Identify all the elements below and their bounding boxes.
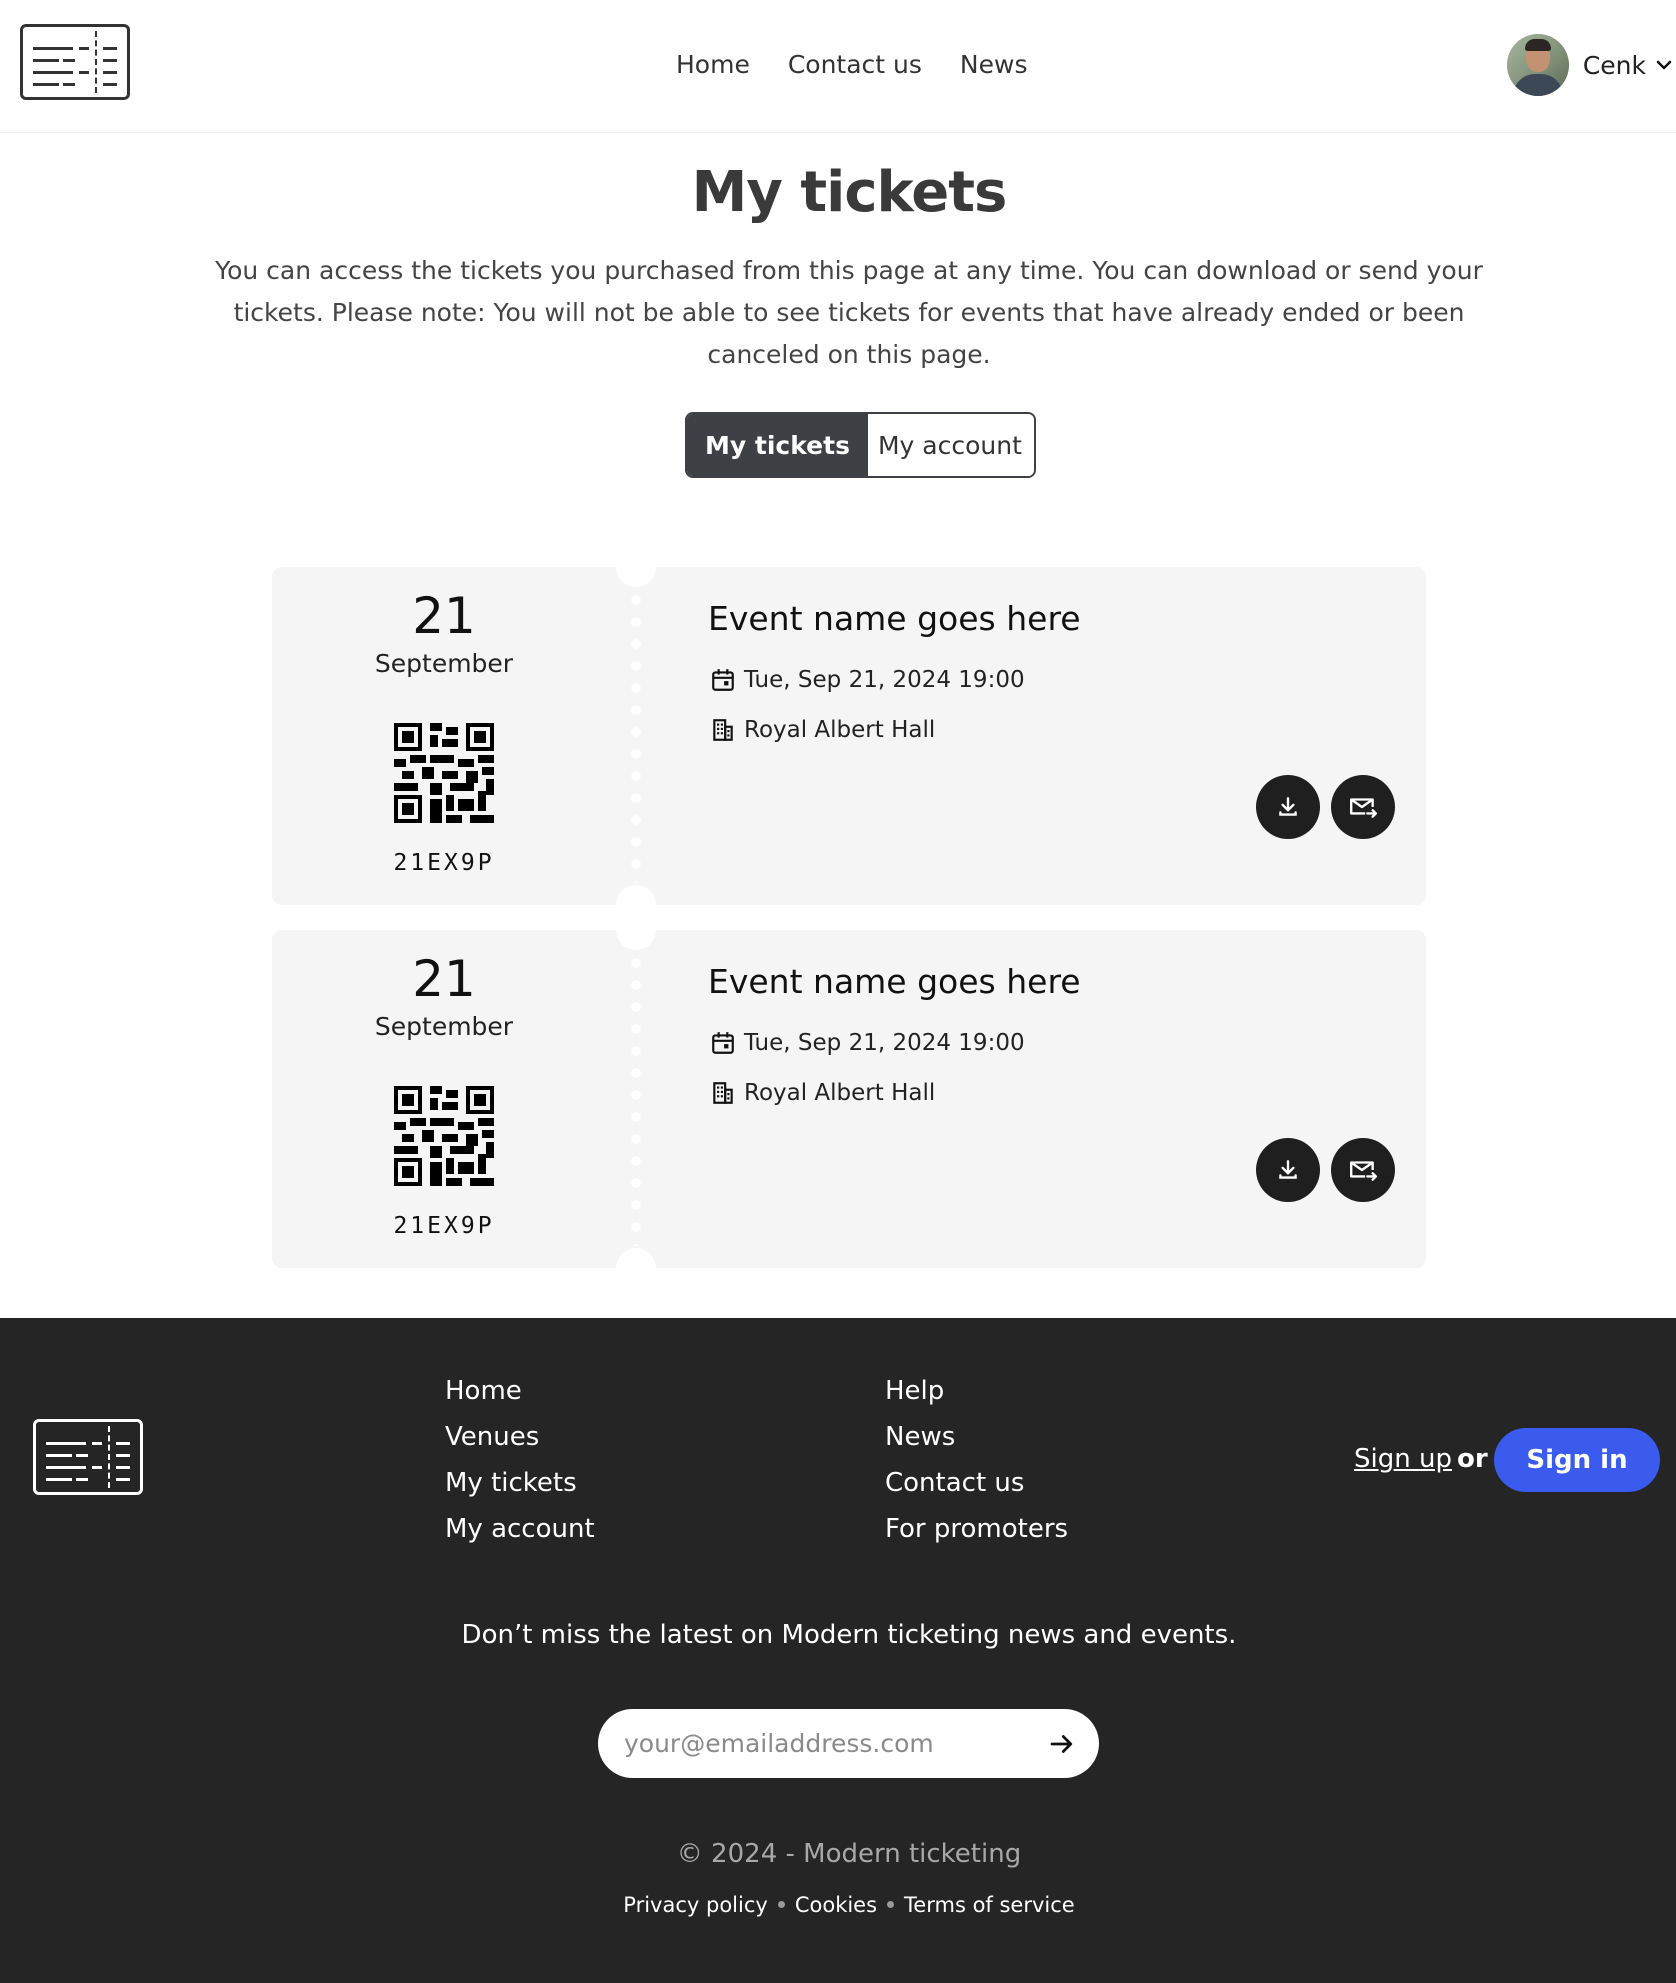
ticket-month: September [374, 1012, 514, 1041]
footer-link-home[interactable]: Home [445, 1368, 595, 1414]
building-icon [713, 1082, 733, 1104]
page-intro: You can access the tickets you purchased… [215, 256, 1483, 369]
ticket-month: September [374, 649, 514, 678]
main-nav: Home Contact us News [676, 50, 1027, 79]
ticket-day: 21 [412, 950, 476, 1008]
nav-home[interactable]: Home [676, 50, 750, 79]
building-icon [713, 719, 733, 741]
cookies-link[interactable]: Cookies [795, 1893, 877, 1917]
email-field[interactable] [624, 1709, 1024, 1778]
sign-up-link[interactable]: Sign up [1354, 1444, 1452, 1474]
download-icon [1279, 797, 1297, 816]
download-icon [1279, 1160, 1297, 1179]
ticket-logo-icon[interactable] [20, 24, 130, 100]
tab-my-account[interactable]: My account [867, 414, 1034, 476]
calendar-icon [712, 669, 734, 691]
qr-code-icon [394, 723, 494, 823]
page-title: My tickets [691, 160, 1008, 225]
ticket-day: 21 [412, 587, 476, 645]
tab-switcher: My tickets My account [685, 412, 1036, 478]
send-email-button[interactable] [1331, 1138, 1395, 1202]
event-venue-row: Royal Albert Hall [710, 1080, 935, 1106]
footer-link-my-tickets[interactable]: My tickets [445, 1460, 595, 1506]
user-menu[interactable]: Cenk [1506, 34, 1676, 96]
perforation [631, 952, 641, 1246]
ticket-card: 21 September 21EX9P Event name goes here… [272, 910, 1426, 1288]
send-email-button[interactable] [1331, 775, 1395, 839]
event-venue-row: Royal Albert Hall [710, 717, 935, 743]
event-datetime: Tue, Sep 21, 2024 19:00 [744, 667, 1025, 693]
copyright: © 2024 - Modern ticketing [676, 1839, 1022, 1869]
ticket-code: 21EX9P [393, 1213, 495, 1239]
chevron-down-icon[interactable] [1656, 59, 1672, 71]
ticket-code: 21EX9P [393, 850, 495, 876]
footer-link-venues[interactable]: Venues [445, 1414, 595, 1460]
site-header: Home Contact us News Cenk [0, 0, 1676, 133]
site-footer: Home Venues My tickets My account Help N… [0, 1318, 1676, 1983]
event-datetime-row: Tue, Sep 21, 2024 19:00 [710, 1030, 1025, 1056]
nav-contact-us[interactable]: Contact us [788, 50, 922, 79]
qr-code-icon [394, 1086, 494, 1186]
download-button[interactable] [1256, 1138, 1320, 1202]
footer-links-primary: Home Venues My tickets My account [445, 1368, 595, 1552]
ticket-card: 21 September 21EX9P Event name goes here… [272, 547, 1426, 925]
sign-in-button[interactable]: Sign in [1494, 1428, 1660, 1492]
newsletter-text: Don’t miss the latest on Modern ticketin… [461, 1620, 1237, 1650]
mail-send-icon [1350, 1161, 1378, 1181]
newsletter-form [598, 1709, 1099, 1778]
nav-news[interactable]: News [960, 50, 1028, 79]
calendar-icon [712, 1032, 734, 1054]
footer-link-contact-us[interactable]: Contact us [885, 1460, 1068, 1506]
footer-link-my-account[interactable]: My account [445, 1506, 595, 1552]
ticket-logo-icon[interactable] [33, 1419, 143, 1495]
event-venue: Royal Albert Hall [744, 1080, 936, 1106]
mail-send-icon [1350, 798, 1378, 818]
avatar[interactable] [1506, 34, 1569, 96]
download-button[interactable] [1256, 775, 1320, 839]
legal-links: Privacy policy Cookies Terms of service [0, 1893, 1676, 1917]
event-datetime: Tue, Sep 21, 2024 19:00 [744, 1030, 1025, 1056]
footer-link-help[interactable]: Help [885, 1368, 1068, 1414]
terms-of-service-link[interactable]: Terms of service [904, 1893, 1075, 1917]
event-venue: Royal Albert Hall [744, 717, 936, 743]
event-name: Event name goes here [708, 599, 1081, 638]
footer-links-secondary: Help News Contact us For promoters [885, 1368, 1068, 1552]
privacy-policy-link[interactable]: Privacy policy [623, 1893, 768, 1917]
event-name: Event name goes here [708, 962, 1081, 1001]
or-label: or [1457, 1444, 1488, 1474]
perforation [631, 589, 641, 883]
event-datetime-row: Tue, Sep 21, 2024 19:00 [710, 667, 1025, 693]
footer-link-news[interactable]: News [885, 1414, 1068, 1460]
arrow-right-icon[interactable] [1047, 1729, 1077, 1759]
footer-link-for-promoters[interactable]: For promoters [885, 1506, 1068, 1552]
tab-my-tickets[interactable]: My tickets [687, 414, 868, 476]
user-name[interactable]: Cenk [1583, 51, 1646, 80]
